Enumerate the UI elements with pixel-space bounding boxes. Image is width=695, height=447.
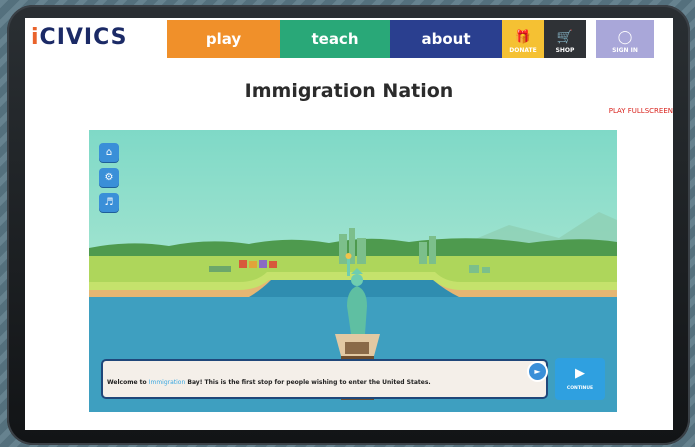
play-arrow-icon: ▶ [575, 366, 585, 381]
donate-label: DONATE [509, 47, 537, 54]
donate-button[interactable]: 🎁 DONATE [502, 20, 544, 58]
dialog-box: Welcome to Immigration Bay! This is the … [101, 359, 548, 399]
dialog-audio-icon[interactable]: ► [527, 361, 548, 382]
nav-teach[interactable]: teach [280, 20, 390, 58]
dialog-text: Welcome to Immigration Bay! This is the … [107, 379, 431, 386]
top-nav: iCIVICS play teach about 🎁 DONATE 🛒 SHOP… [25, 18, 673, 58]
play-fullscreen-link[interactable]: PLAY FULLSCREEN [609, 107, 673, 115]
page-title: Immigration Nation [244, 80, 454, 102]
shop-label: SHOP [555, 47, 575, 54]
browser-screen: iCIVICS play teach about 🎁 DONATE 🛒 SHOP… [25, 18, 673, 430]
continue-label: CONTINUE [566, 386, 594, 391]
icivics-logo[interactable]: iCIVICS [31, 25, 128, 50]
shop-button[interactable]: 🛒 SHOP [544, 20, 586, 58]
continue-button[interactable]: ▶ CONTINUE [555, 358, 605, 400]
home-icon[interactable]: ⌂ [99, 143, 119, 162]
sign-in-label: SIGN IN [612, 47, 638, 54]
speaker-icon[interactable]: ♬ [99, 193, 119, 212]
gift-icon: 🎁 [514, 30, 532, 45]
nav-play[interactable]: play [167, 20, 280, 58]
game-canvas[interactable]: ⌂ ⚙ ♬ Welcome to Immigration Bay! This i… [89, 130, 617, 412]
nav-about[interactable]: about [390, 20, 502, 58]
sign-in-button[interactable]: ◯ SIGN IN [596, 20, 654, 58]
gear-icon[interactable]: ⚙ [99, 168, 119, 187]
user-icon: ◯ [617, 30, 633, 45]
cart-icon: 🛒 [556, 30, 574, 45]
